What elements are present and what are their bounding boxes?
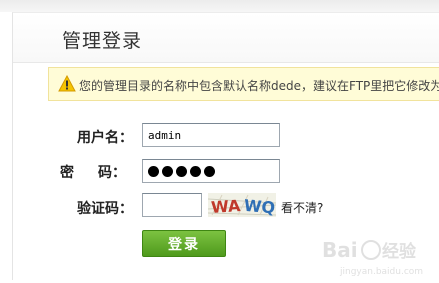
captcha-label: 验证码： <box>77 201 133 217</box>
captcha-field[interactable] <box>142 193 202 217</box>
username-label: 用户名： <box>77 130 133 146</box>
warning-icon <box>58 74 76 92</box>
page-title: 管理登录 <box>62 30 143 52</box>
baidu-jingyan-watermark: Bai 经验 jingyan.baidu.com <box>318 226 439 279</box>
password-label-second: 码： <box>98 165 126 181</box>
svg-text:Bai: Bai <box>322 238 358 262</box>
password-mask-dot <box>190 165 201 177</box>
password-mask-dot <box>162 165 173 177</box>
top-strip <box>0 0 439 12</box>
warning-text: 您的管理目录的名称中包含默认名称dede，建议在FTP里把它修改为其 <box>79 79 439 93</box>
warning-banner: 您的管理目录的名称中包含默认名称dede，建议在FTP里把它修改为其 <box>48 67 439 101</box>
username-field[interactable] <box>142 123 280 147</box>
svg-text:WQ: WQ <box>243 196 276 217</box>
login-button[interactable]: 登录 <box>142 230 226 257</box>
password-label: 密 码： <box>60 162 126 182</box>
password-mask-dot <box>204 165 215 177</box>
svg-text:经验: 经验 <box>382 241 417 262</box>
captcha-image[interactable]: WA WQ <box>207 193 277 217</box>
svg-text:jingyan.baidu.com: jingyan.baidu.com <box>339 267 423 277</box>
password-mask-dot <box>148 165 159 177</box>
password-field[interactable] <box>142 159 280 183</box>
password-mask-dot <box>176 165 187 177</box>
svg-text:WA: WA <box>210 196 241 217</box>
password-label-first: 密 <box>60 165 74 181</box>
captcha-refresh-link[interactable]: 看不清? <box>281 199 323 216</box>
